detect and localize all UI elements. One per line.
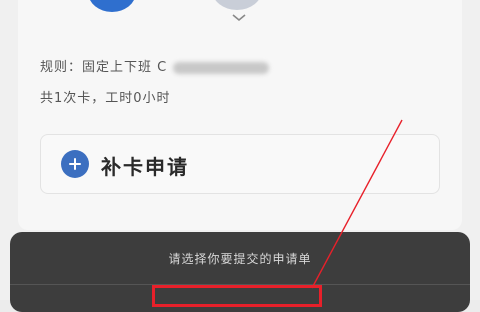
screen: 规则：固定上下班 C 共1次卡，工时0小时 补卡申请 请选择你要提交的申请单 bbox=[0, 0, 480, 312]
rule-line: 规则：固定上下班 C bbox=[40, 56, 270, 75]
highlight-box bbox=[152, 285, 322, 307]
rule-label: 规则： bbox=[40, 60, 83, 75]
punch-summary: 共1次卡，工时0小时 bbox=[40, 91, 171, 106]
apply-label: 补卡申请 bbox=[101, 155, 189, 179]
action-sheet-title: 请选择你要提交的申请单 bbox=[168, 252, 312, 266]
missed-punch-apply-button[interactable]: 补卡申请 bbox=[40, 134, 440, 194]
attendance-card bbox=[18, 0, 462, 230]
plus-icon bbox=[61, 150, 89, 178]
shift-type: 固定上下班 C bbox=[82, 60, 168, 75]
chevron-down-icon[interactable] bbox=[232, 14, 246, 22]
redacted-time bbox=[173, 61, 270, 74]
